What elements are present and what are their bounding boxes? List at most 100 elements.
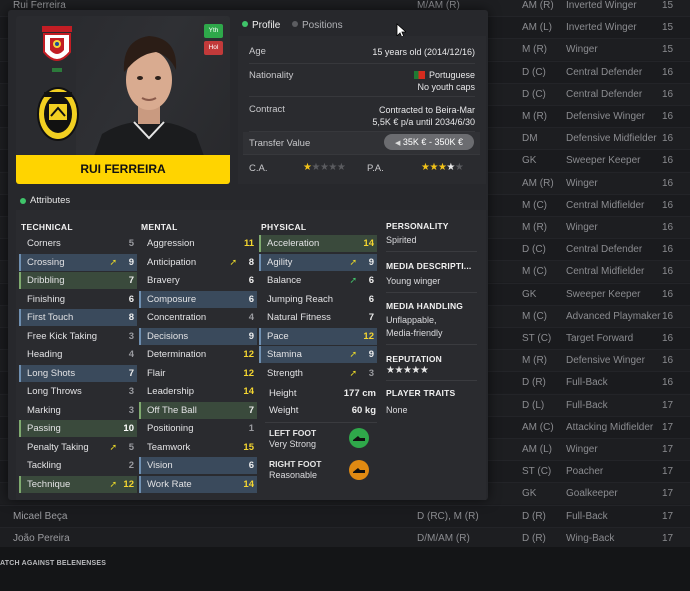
- attribute-row[interactable]: Strength ➚ 3: [259, 365, 377, 382]
- attribute-row[interactable]: Concentration 4: [139, 309, 257, 326]
- squad-row-role-pos: GK: [522, 288, 537, 300]
- squad-row-role-pos: D (L): [522, 399, 545, 411]
- attribute-name: Finishing: [27, 293, 66, 305]
- attribute-row[interactable]: Dribbling 7: [19, 272, 137, 289]
- squad-row-role: Inverted Winger: [566, 0, 637, 11]
- attribute-row[interactable]: Free Kick Taking 3: [19, 328, 137, 345]
- attribute-row[interactable]: Finishing 6: [19, 291, 137, 308]
- media-handling-value: Unflappable,: [386, 315, 437, 325]
- squad-row-age: 17: [662, 488, 674, 500]
- attribute-name: First Touch: [27, 312, 74, 323]
- attribute-value: 3: [128, 386, 134, 397]
- attribute-value: 15: [243, 441, 254, 453]
- squad-row-role-pos: D (C): [522, 88, 546, 100]
- attribute-name: Long Throws: [27, 386, 82, 397]
- attribute-row[interactable]: Long Throws 3: [19, 383, 137, 400]
- attribute-row[interactable]: Crossing ➚ 9: [19, 253, 137, 271]
- transfer-value-pill[interactable]: ◀ 35K € - 350K €: [384, 134, 474, 150]
- attribute-name: Positioning: [147, 423, 194, 434]
- squad-row-role-pos: AM (R): [522, 0, 554, 11]
- squad-row-role-pos: DM: [522, 133, 538, 145]
- attribute-name: Pace: [267, 330, 289, 342]
- attribute-name: Flair: [147, 367, 166, 379]
- attribute-row[interactable]: Corners 5: [19, 235, 137, 252]
- attribute-row[interactable]: Technique ➚ 12: [19, 475, 137, 493]
- attribute-row[interactable]: Agility ➚ 9: [259, 253, 377, 271]
- attribute-row[interactable]: Penalty Taking ➚ 5: [19, 439, 137, 456]
- attribute-row[interactable]: Aggression 11: [139, 235, 257, 252]
- attribute-row[interactable]: Positioning 1: [139, 420, 257, 437]
- attribute-row[interactable]: Teamwork 15: [139, 439, 257, 456]
- personality-title: PERSONALITY: [386, 221, 449, 231]
- attribute-value: 3: [128, 404, 134, 416]
- star-icon: ★: [394, 365, 403, 376]
- squad-row-role: Winger: [566, 444, 598, 455]
- squad-row-age: 16: [662, 310, 674, 322]
- attribute-row[interactable]: Anticipation ➚ 8: [139, 254, 257, 271]
- squad-row[interactable]: João Pereira D/M/AM (R) D (R) Wing-Back 17: [0, 526, 690, 549]
- squad-row-age: 16: [662, 355, 674, 367]
- squad-row-role: Sweeper Keeper: [566, 155, 641, 167]
- attribute-row[interactable]: Off The Ball 7: [139, 401, 257, 419]
- squad-row-role-pos: M (R): [522, 44, 547, 56]
- attribute-row[interactable]: Long Shots 7: [19, 364, 137, 382]
- weight-row: Weight 60 kg: [269, 405, 376, 416]
- contract-club[interactable]: Contracted to Beira-Mar: [379, 105, 475, 115]
- squad-row-pos: D/M/AM (R): [417, 532, 470, 544]
- attribute-row[interactable]: Decisions 9: [139, 327, 257, 345]
- attribute-value: 12: [363, 330, 374, 342]
- attribute-name: Dribbling: [27, 275, 65, 286]
- attribute-row[interactable]: Balance ➚ 6: [259, 272, 377, 289]
- attribute-value: 4: [128, 349, 134, 360]
- attribute-value: 10: [123, 423, 134, 434]
- attribute-row[interactable]: Jumping Reach 6: [259, 291, 377, 308]
- attribute-name: Marking: [27, 404, 61, 416]
- attribute-row[interactable]: Leadership 14: [139, 383, 257, 400]
- attribute-row[interactable]: Bravery 6: [139, 272, 257, 289]
- technical-heading: TECHNICAL: [21, 222, 73, 232]
- attribute-name: Agility: [267, 256, 293, 268]
- youth-badge: Yth: [204, 24, 223, 38]
- active-dot-icon: [242, 21, 248, 27]
- squad-row-role-pos: D (C): [522, 244, 546, 256]
- star-icon: ★: [411, 365, 420, 376]
- attribute-row[interactable]: Natural Fitness 7: [259, 309, 377, 326]
- attribute-row[interactable]: Heading 4: [19, 346, 137, 363]
- transfer-value-row: Transfer Value ◀ 35K € - 350K €: [243, 132, 480, 155]
- squad-row-role-pos: AM (R): [522, 177, 554, 189]
- squad-row-age: 16: [662, 133, 674, 145]
- player-portrait: [94, 36, 204, 156]
- squad-row-role: Winger: [566, 177, 598, 189]
- attribute-row[interactable]: Work Rate 14: [139, 475, 257, 493]
- attribute-value: 14: [243, 386, 254, 397]
- star-icon: ★: [328, 162, 337, 173]
- attribute-row[interactable]: Vision 6: [139, 457, 257, 474]
- attribute-row[interactable]: Flair 12: [139, 365, 257, 382]
- progress-arrow-icon: ➚: [349, 367, 357, 378]
- squad-row-role-pos: M (C): [522, 266, 547, 278]
- height-row: Height 177 cm: [269, 388, 376, 399]
- attribute-row[interactable]: Tackling 2: [19, 457, 137, 474]
- reputation-title: REPUTATION: [386, 354, 442, 364]
- star-icon: ★: [311, 162, 320, 173]
- tab-profile[interactable]: Profile: [242, 20, 280, 31]
- squad-row-role-pos: M (C): [522, 199, 547, 211]
- attribute-row[interactable]: Marking 3: [19, 402, 137, 419]
- squad-row-age: 17: [662, 421, 674, 433]
- attribute-row[interactable]: First Touch 8: [19, 309, 137, 326]
- squad-row[interactable]: Micael Beça D (RC), M (R) D (R) Full-Back 17: [0, 504, 690, 527]
- tab-positions[interactable]: Positions: [292, 20, 343, 31]
- nationality-value: Portuguese: [428, 70, 475, 80]
- squad-row-age: 17: [662, 444, 674, 455]
- squad-row-age: 16: [662, 177, 674, 189]
- attribute-row[interactable]: Passing 10: [19, 420, 137, 437]
- attribute-row[interactable]: Pace 12: [259, 327, 377, 345]
- attribute-row[interactable]: Composure 6: [139, 290, 257, 308]
- attribute-name: Aggression: [147, 238, 195, 249]
- personality-value: Spirited: [386, 235, 417, 245]
- attribute-row[interactable]: Determination 12: [139, 346, 257, 363]
- attribute-row[interactable]: Acceleration 14: [259, 235, 377, 252]
- attribute-row[interactable]: Stamina ➚ 9: [259, 346, 377, 363]
- attribute-value: 1: [248, 423, 254, 434]
- attribute-value: 5: [128, 441, 134, 453]
